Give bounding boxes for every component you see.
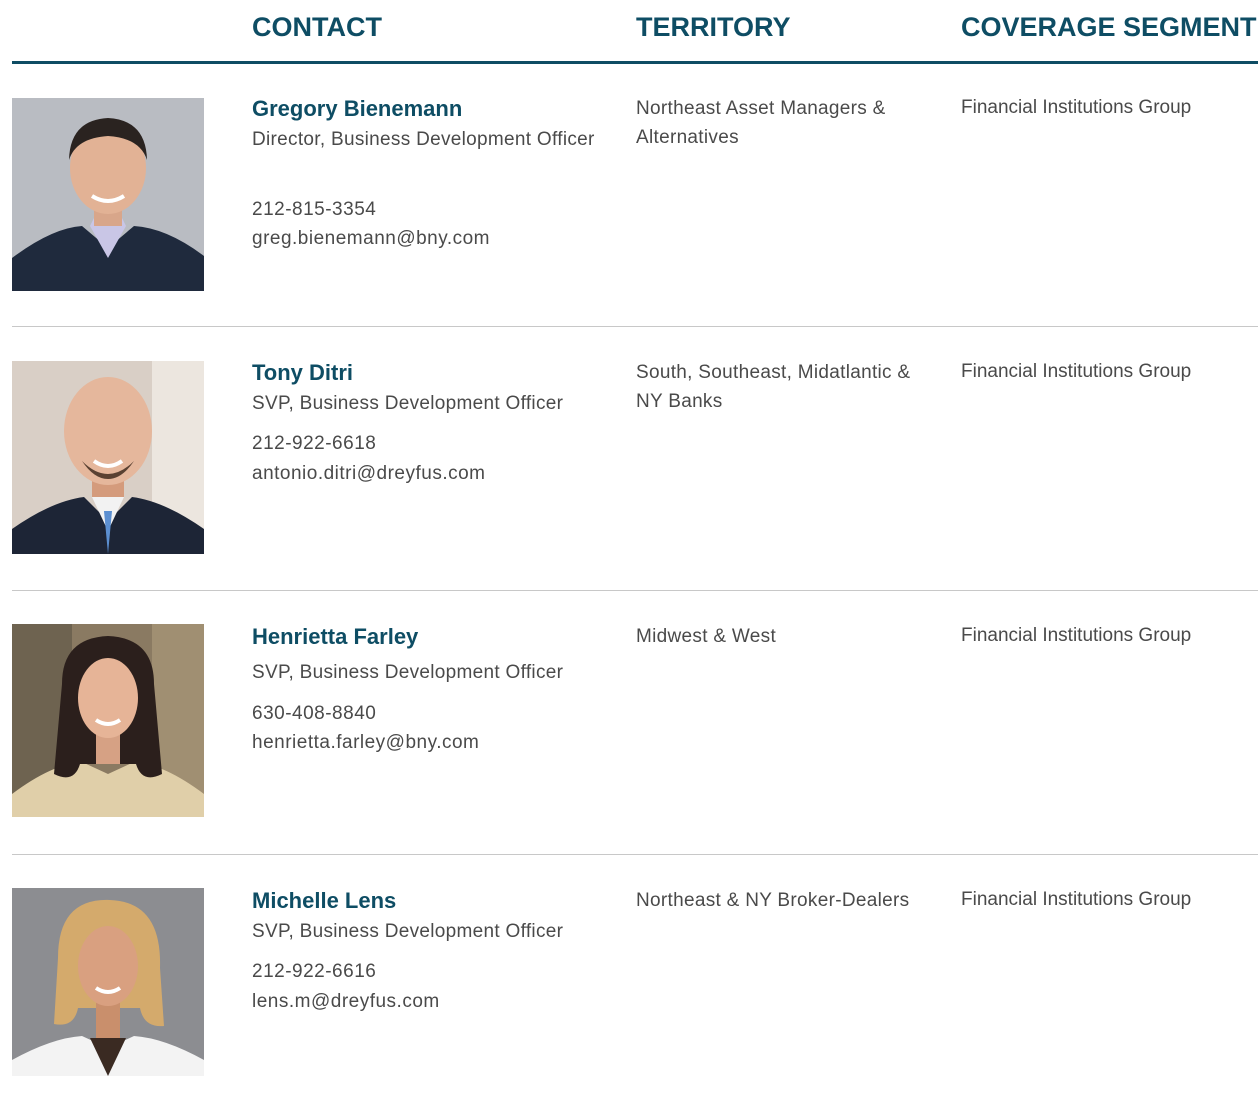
contact-row: Henrietta Farley SVP, Business Developme… bbox=[0, 590, 1258, 854]
column-header-contact: CONTACT bbox=[252, 12, 382, 42]
contact-title: SVP, Business Development Officer bbox=[252, 662, 564, 683]
contact-email[interactable]: antonio.ditri@dreyfus.com bbox=[252, 463, 486, 485]
coverage-cell: Financial Institutions Group bbox=[961, 625, 1192, 646]
contact-name: Henrietta Farley bbox=[252, 624, 419, 649]
territory-cell: Northeast Asset Managers & Alternatives bbox=[636, 98, 886, 148]
contact-photo bbox=[12, 361, 204, 554]
coverage-cell: Financial Institutions Group bbox=[961, 361, 1192, 382]
contact-name: Michelle Lens bbox=[252, 888, 397, 913]
row-divider bbox=[12, 854, 1258, 855]
contact-email[interactable]: lens.m@dreyfus.com bbox=[252, 991, 440, 1013]
contact-phone[interactable]: 630-408-8840 bbox=[252, 703, 376, 725]
column-header-coverage-segment: COVERAGE SEGMENT bbox=[961, 12, 1257, 42]
contact-name: Gregory Bienemann bbox=[252, 96, 463, 121]
coverage-cell: Financial Institutions Group bbox=[961, 889, 1192, 910]
contact-email[interactable]: henrietta.farley@bny.com bbox=[252, 732, 479, 754]
contact-title: Director, Business Development Officer bbox=[252, 129, 595, 150]
contact-title: SVP, Business Development Officer bbox=[252, 393, 564, 414]
contact-photo bbox=[12, 98, 204, 291]
contact-name: Tony Ditri bbox=[252, 360, 354, 385]
contact-row: Gregory Bienemann Director, Business Dev… bbox=[0, 64, 1258, 328]
contact-photo bbox=[12, 888, 204, 1081]
coverage-cell: Financial Institutions Group bbox=[961, 97, 1192, 118]
contact-phone[interactable]: 212-815-3354 bbox=[252, 199, 376, 221]
row-divider bbox=[12, 590, 1258, 591]
contact-phone[interactable]: 212-922-6618 bbox=[252, 433, 376, 455]
territory-cell: South, Southeast, Midatlantic & NY Banks bbox=[636, 362, 911, 412]
contact-row: Michelle Lens SVP, Business Development … bbox=[0, 854, 1258, 1118]
row-divider bbox=[12, 326, 1258, 327]
table-header: CONTACT TERRITORY COVERAGE SEGMENT bbox=[0, 0, 1258, 64]
territory-cell: Northeast & NY Broker-Dealers bbox=[636, 890, 910, 911]
contact-phone[interactable]: 212-922-6616 bbox=[252, 961, 376, 983]
contact-photo bbox=[12, 624, 204, 817]
territory-cell: Midwest & West bbox=[636, 626, 777, 647]
contact-email[interactable]: greg.bienemann@bny.com bbox=[252, 228, 490, 250]
contact-title: SVP, Business Development Officer bbox=[252, 921, 564, 942]
column-header-territory: TERRITORY bbox=[636, 12, 791, 42]
contact-row: Tony Ditri SVP, Business Development Off… bbox=[0, 326, 1258, 590]
